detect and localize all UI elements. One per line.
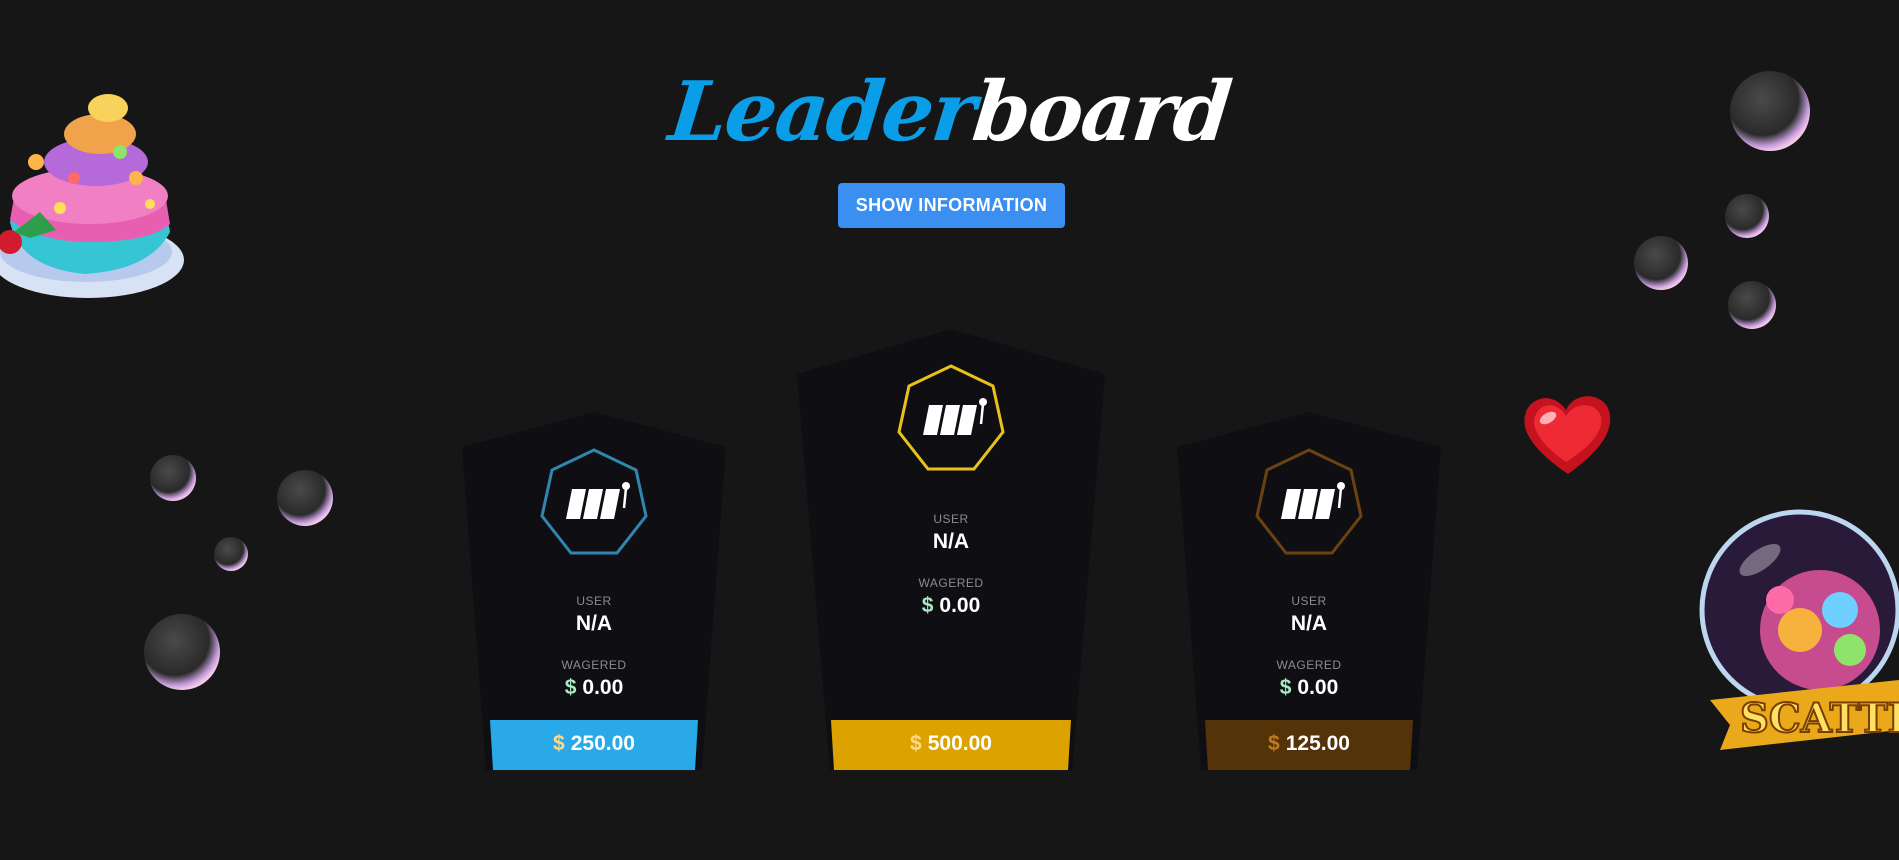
scatter-orb-decoration: SCATTE [1699, 509, 1899, 750]
show-information-button[interactable]: SHOW INFORMATION [838, 183, 1065, 228]
bubbles-decoration-right [1634, 71, 1810, 329]
prize-currency: $ [910, 732, 922, 755]
prize-value: 125.00 [1285, 732, 1350, 755]
user-name: N/A [1290, 612, 1328, 635]
title-part-board: board [968, 64, 1235, 160]
svg-text:SCATTE: SCATTE [1740, 695, 1899, 742]
user-name: N/A [932, 530, 970, 553]
wagered-label: WAGERED [561, 658, 627, 672]
podium-card-second: USER N/A WAGERED $0.00 $250.00 [462, 412, 726, 770]
podium-card-third: USER N/A WAGERED $0.00 $125.00 [1177, 412, 1441, 770]
prize-amount: $250.00 [462, 732, 726, 756]
title-part-leader: Leader [664, 64, 979, 160]
user-label: USER [933, 512, 969, 526]
slot-logo-icon [1255, 448, 1363, 555]
user-label: USER [576, 594, 612, 608]
page-title: Leaderboard [0, 62, 1899, 162]
cake-decoration [0, 94, 184, 298]
wagered-value: 0.00 [1297, 676, 1339, 699]
prize-value: 250.00 [570, 732, 635, 755]
wagered-value: 0.00 [939, 594, 981, 617]
wagered-label: WAGERED [1276, 658, 1342, 672]
prize-amount: $500.00 [797, 732, 1105, 756]
wagered-label: WAGERED [918, 576, 984, 590]
podium-card-first: USER N/A WAGERED $0.00 $500.00 [797, 329, 1105, 770]
user-label: USER [1291, 594, 1327, 608]
heart-candy-decoration [1524, 396, 1611, 474]
user-name: N/A [575, 612, 613, 635]
wagered-amount: $0.00 [462, 676, 726, 700]
currency-symbol: $ [564, 676, 577, 699]
currency-symbol: $ [1279, 676, 1292, 699]
prize-currency: $ [553, 732, 565, 755]
prize-value: 500.00 [927, 732, 992, 755]
prize-currency: $ [1268, 732, 1280, 755]
slot-logo-icon [540, 448, 648, 555]
slot-logo-icon [897, 364, 1005, 471]
bubbles-decoration-left [144, 455, 333, 690]
prize-amount: $125.00 [1177, 732, 1441, 756]
currency-symbol: $ [921, 594, 934, 617]
wagered-amount: $0.00 [797, 594, 1105, 618]
wagered-amount: $0.00 [1177, 676, 1441, 700]
wagered-value: 0.00 [582, 676, 624, 699]
